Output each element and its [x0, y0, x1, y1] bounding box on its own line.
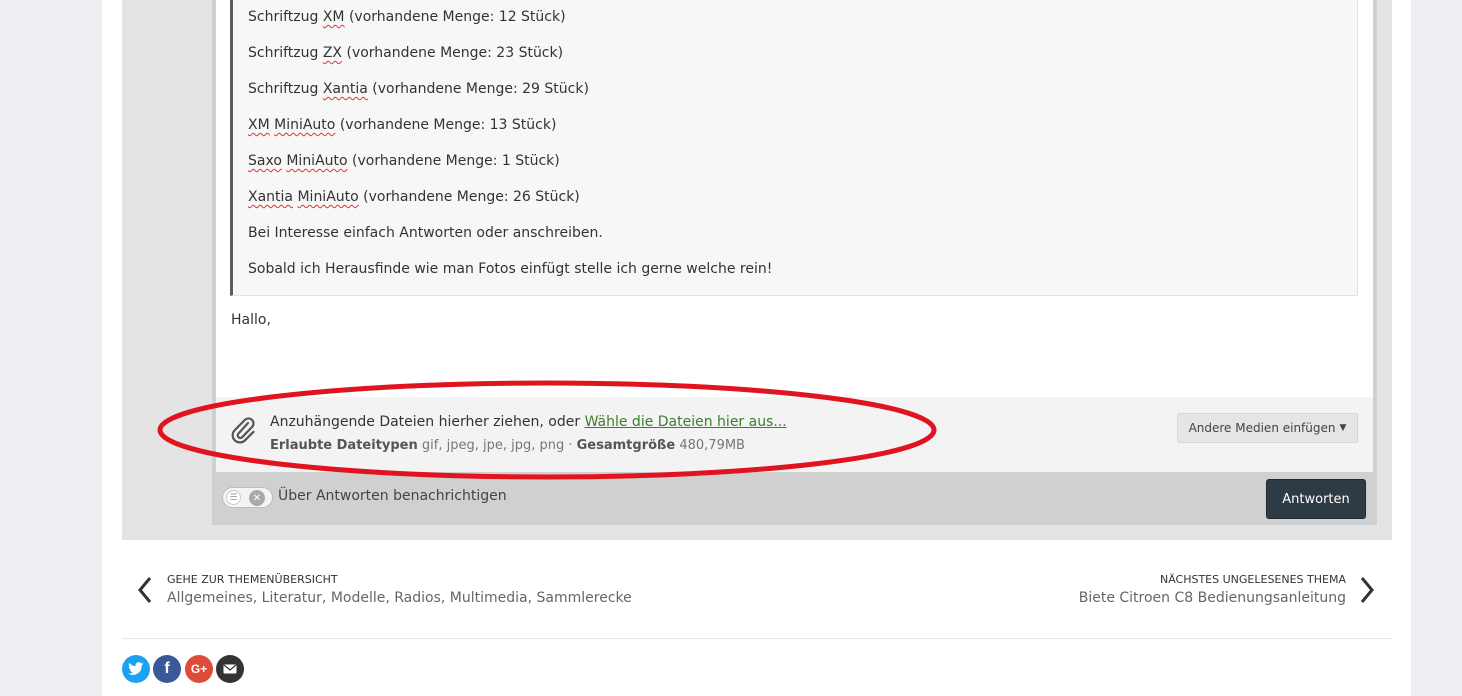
choose-files-link[interactable]: Wähle die Dateien hier aus... — [585, 414, 787, 430]
quote-line: XM MiniAuto (vorhandene Menge: 13 Stück) — [248, 117, 557, 133]
quote-line: Sobald ich Herausfinde wie man Fotos ein… — [248, 261, 773, 277]
insert-media-button[interactable]: Andere Medien einfügen ▼ — [1177, 413, 1358, 443]
mail-icon — [223, 664, 237, 674]
caret-down-icon: ▼ — [1339, 423, 1347, 433]
prev-thread-caption: Gehe zur Themenübersicht — [167, 573, 338, 586]
quote-line: Schriftzug ZX (vorhandene Menge: 23 Stüc… — [248, 45, 564, 61]
menu-lines-icon: ☰ — [226, 490, 241, 505]
twitter-icon — [128, 662, 144, 675]
chevron-left-icon[interactable] — [137, 575, 153, 605]
share-twitter-button[interactable] — [122, 655, 150, 683]
quote-line: Schriftzug XM (vorhandene Menge: 12 Stüc… — [248, 9, 566, 25]
quote-line: Xantia MiniAuto (vorhandene Menge: 26 St… — [248, 189, 580, 205]
notify-toggle-label: Über Antworten benachrichtigen — [278, 488, 507, 504]
quote-line: Saxo MiniAuto (vorhandene Menge: 1 Stück… — [248, 153, 560, 169]
attachment-drop-hint: Anzuhängende Dateien hierher ziehen, ode… — [270, 414, 787, 430]
next-thread-caption: Nächstes ungelesenes Thema — [1159, 573, 1346, 586]
paperclip-icon — [231, 417, 255, 444]
google-plus-icon: G+ — [190, 662, 208, 676]
close-icon: ✕ — [249, 490, 265, 506]
editor-text[interactable]: Hallo, — [231, 312, 271, 328]
reply-submit-button[interactable]: Antworten — [1266, 479, 1366, 519]
prev-thread-link[interactable]: Allgemeines, Literatur, Modelle, Radios,… — [167, 590, 632, 606]
facebook-icon: f — [164, 660, 170, 677]
next-thread-link[interactable]: Biete Citroen C8 Bedienungsanleitung — [1079, 590, 1346, 606]
share-email-button[interactable] — [216, 655, 244, 683]
share-facebook-button[interactable]: f — [153, 655, 181, 683]
chevron-right-icon[interactable] — [1359, 575, 1375, 605]
divider — [122, 638, 1392, 639]
quote-line: Bei Interesse einfach Antworten oder ans… — [248, 225, 603, 241]
quote-line: Schriftzug Xantia (vorhandene Menge: 29 … — [248, 81, 589, 97]
notify-toggle[interactable]: ☰ ✕ — [222, 487, 273, 508]
share-google-plus-button[interactable]: G+ — [185, 655, 213, 683]
attachment-constraints: Erlaubte Dateitypen gif, jpeg, jpe, jpg,… — [270, 438, 745, 453]
